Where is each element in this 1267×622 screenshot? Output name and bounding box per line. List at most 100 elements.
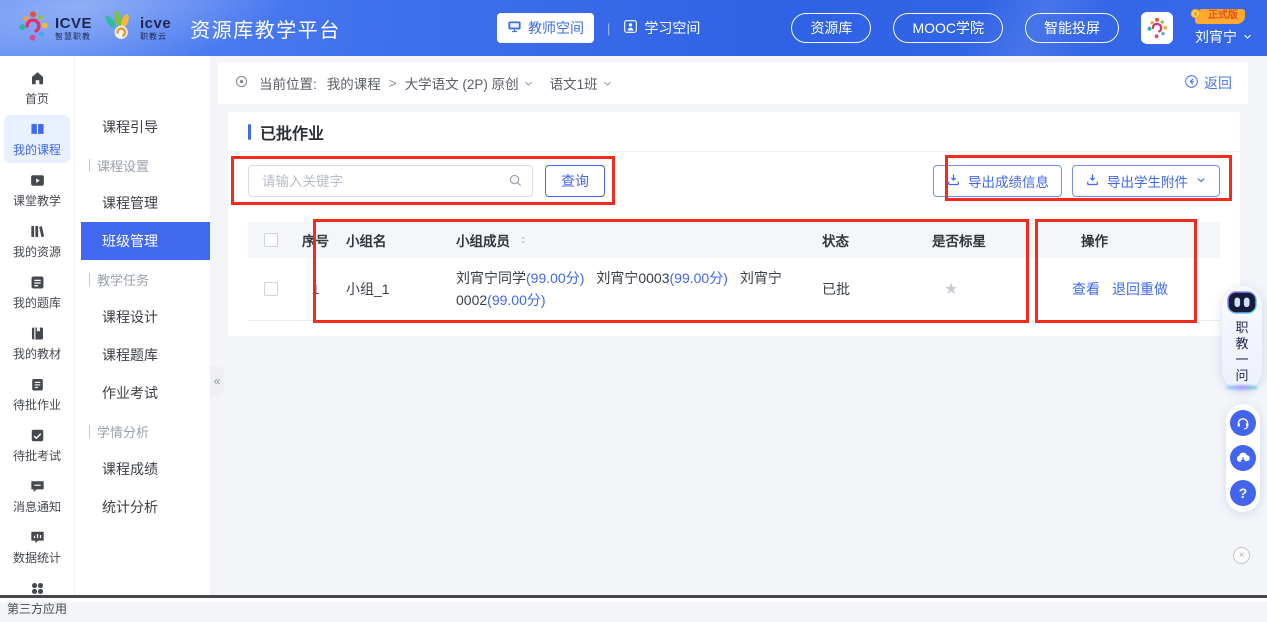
icve-swirl-logo-icon — [16, 9, 50, 48]
user-menu[interactable]: 刘宵宁 — [1195, 27, 1253, 47]
row-checkbox[interactable] — [264, 282, 278, 296]
header-right: 资源库 MOOC学院智能投屏 正式版 刘宵宁 — [791, 9, 1267, 47]
sidebar-item-label: 我的教材 — [13, 345, 61, 362]
courses-icon — [29, 121, 46, 138]
menu-item-班级管理[interactable]: 班级管理 — [81, 222, 210, 260]
sidebar-item-courses[interactable]: 我的课程 — [4, 115, 70, 163]
group-name: 小组_1 — [338, 279, 448, 299]
col-operations: 操作 — [1036, 230, 1220, 250]
app-root: ICVE 智慧职教 icve 职教云 — [0, 0, 1267, 602]
table-row: 1小组_1刘宵宁同学(99.00分)刘宵宁0003(99.00分)刘宵宁0002… — [248, 258, 1220, 321]
user-block: 正式版 刘宵宁 — [1195, 9, 1253, 47]
col-index: 序号 — [293, 230, 338, 250]
view-link[interactable]: 查看 — [1072, 279, 1100, 299]
export-attachments-button[interactable]: 导出学生附件 — [1072, 165, 1220, 197]
cloud-download-icon[interactable] — [1230, 445, 1256, 471]
class-dropdown[interactable]: 语文1班 — [550, 73, 613, 93]
person-square-icon — [623, 19, 638, 37]
customer-service-icon[interactable] — [1230, 410, 1256, 436]
member-score: (99.00分) — [526, 270, 584, 286]
bottom-strip — [0, 598, 1267, 602]
sidebar-item-classroom[interactable]: 课堂教学 — [4, 166, 70, 214]
export-grades-button[interactable]: 导出成绩信息 — [933, 165, 1062, 197]
avatar-swirl-icon — [1145, 16, 1169, 40]
search-icon[interactable] — [508, 173, 523, 193]
sidebar-item-messages[interactable]: 消息通知 — [4, 472, 70, 520]
sidebar-item-label: 课堂教学 — [13, 192, 61, 209]
exam-icon — [29, 427, 46, 444]
resources-icon — [29, 223, 46, 240]
status-badge: 已批 — [806, 279, 916, 299]
help-icon[interactable]: ? — [1230, 480, 1256, 506]
course-dropdown[interactable]: 大学语文 (2P) 原创 — [405, 73, 534, 93]
qbank-icon — [29, 274, 46, 291]
icve-zhihui-logo: ICVE 智慧职教 — [16, 9, 92, 48]
sidebar-item-label: 我的资源 — [13, 243, 61, 260]
sidebar-collapse-handle[interactable]: « — [210, 366, 224, 396]
teacher-space-button[interactable]: 教师空间 — [497, 13, 594, 43]
sidebar-item-label: 数据统计 — [13, 549, 61, 566]
page-title-row: 已批作业 — [228, 112, 1240, 152]
sidebar-item-label: 我的课程 — [13, 141, 61, 158]
table-header-row: 序号小组名小组成员状态是否标星操作 — [248, 222, 1220, 258]
menu-sidebar: 课程引导课程设置课程管理班级管理教学任务课程设计课程题库作业考试学情分析课程成绩… — [75, 56, 210, 595]
breadcrumb: 当前位置: 我的课程 > 大学语文 (2P) 原创 语文1班 返回 — [218, 62, 1248, 104]
sidebar-item-qbank[interactable]: 我的题库 — [4, 268, 70, 316]
back-button[interactable]: 返回 — [1184, 73, 1232, 93]
monitor-icon — [507, 19, 522, 37]
classroom-icon — [29, 172, 46, 189]
assistant-label-char: 一 — [1235, 352, 1248, 368]
assistant-label-char: 问 — [1235, 368, 1248, 384]
return-redo-link[interactable]: 退回重做 — [1112, 279, 1168, 299]
top-header: ICVE 智慧职教 icve 职教云 — [0, 0, 1267, 56]
pill-mooc-college[interactable]: MOOC学院 — [893, 13, 1003, 43]
sidebar-item-label: 待批作业 — [13, 396, 61, 413]
breadcrumb-root[interactable]: 我的课程 — [327, 73, 381, 93]
sidebar-item-label: 第三方应用 — [7, 600, 67, 617]
sidebar-item-resources[interactable]: 我的资源 — [4, 217, 70, 265]
logo-area: ICVE 智慧职教 icve 职教云 — [0, 9, 341, 48]
assistant-label-char: 职 — [1235, 320, 1248, 336]
search-input[interactable] — [248, 165, 533, 197]
sort-icon[interactable] — [518, 234, 528, 246]
stats-icon — [29, 529, 46, 546]
graded-homework-table: 序号小组名小组成员状态是否标星操作 1小组_1刘宵宁同学(99.00分)刘宵宁0… — [248, 222, 1220, 321]
sidebar-item-textbook[interactable]: 我的教材 — [4, 319, 70, 367]
menu-item-作业考试[interactable]: 作业考试 — [75, 374, 210, 412]
space-switcher: 教师空间 | 学习空间 — [497, 0, 700, 56]
export-button-group: 导出成绩信息导出学生附件 — [933, 165, 1220, 197]
sidebar-item-exam[interactable]: 待批考试 — [4, 421, 70, 469]
col-status: 状态 — [806, 230, 916, 250]
menu-item-课程题库[interactable]: 课程题库 — [75, 336, 210, 374]
member-score: (99.00分) — [670, 270, 728, 286]
download-icon — [946, 172, 961, 190]
assistant-widget[interactable]: 职教一问 — [1222, 286, 1262, 390]
space-separator: | — [607, 21, 610, 36]
study-space-button[interactable]: 学习空间 — [623, 18, 700, 38]
sidebar-item-home[interactable]: 首页 — [4, 64, 70, 112]
chevron-down-icon — [602, 78, 613, 89]
site-title: 资源库教学平台 — [190, 14, 341, 43]
query-button[interactable]: 查询 — [545, 165, 605, 197]
medal-icon — [1188, 7, 1203, 26]
avatar[interactable] — [1141, 12, 1173, 44]
menu-item-课程成绩[interactable]: 课程成绩 — [75, 450, 210, 488]
search-box — [248, 165, 533, 197]
assistant-wave-decoration — [1226, 385, 1258, 390]
sidebar-item-stats[interactable]: 数据统计 — [4, 523, 70, 571]
menu-item-课程引导[interactable]: 课程引导 — [75, 108, 210, 146]
select-all-checkbox[interactable] — [264, 233, 278, 247]
logo1-sub: 智慧职教 — [55, 33, 92, 41]
star-icon[interactable]: ★ — [944, 281, 958, 298]
sidebar-item-homework[interactable]: 待批作业 — [4, 370, 70, 418]
page-title: 已批作业 — [260, 120, 324, 144]
group-members: 刘宵宁同学(99.00分)刘宵宁0003(99.00分)刘宵宁0002(99.0… — [448, 258, 806, 320]
sidebar-item-label: 我的题库 — [13, 294, 61, 311]
menu-item-课程管理[interactable]: 课程管理 — [75, 184, 210, 222]
menu-section-label: 学情分析 — [75, 412, 210, 450]
close-float-icon[interactable]: × — [1233, 547, 1250, 564]
menu-item-课程设计[interactable]: 课程设计 — [75, 298, 210, 336]
pill-smart-cast[interactable]: 智能投屏 — [1025, 13, 1119, 43]
menu-item-统计分析[interactable]: 统计分析 — [75, 488, 210, 526]
pill-resource-library[interactable]: 资源库 — [791, 13, 871, 43]
